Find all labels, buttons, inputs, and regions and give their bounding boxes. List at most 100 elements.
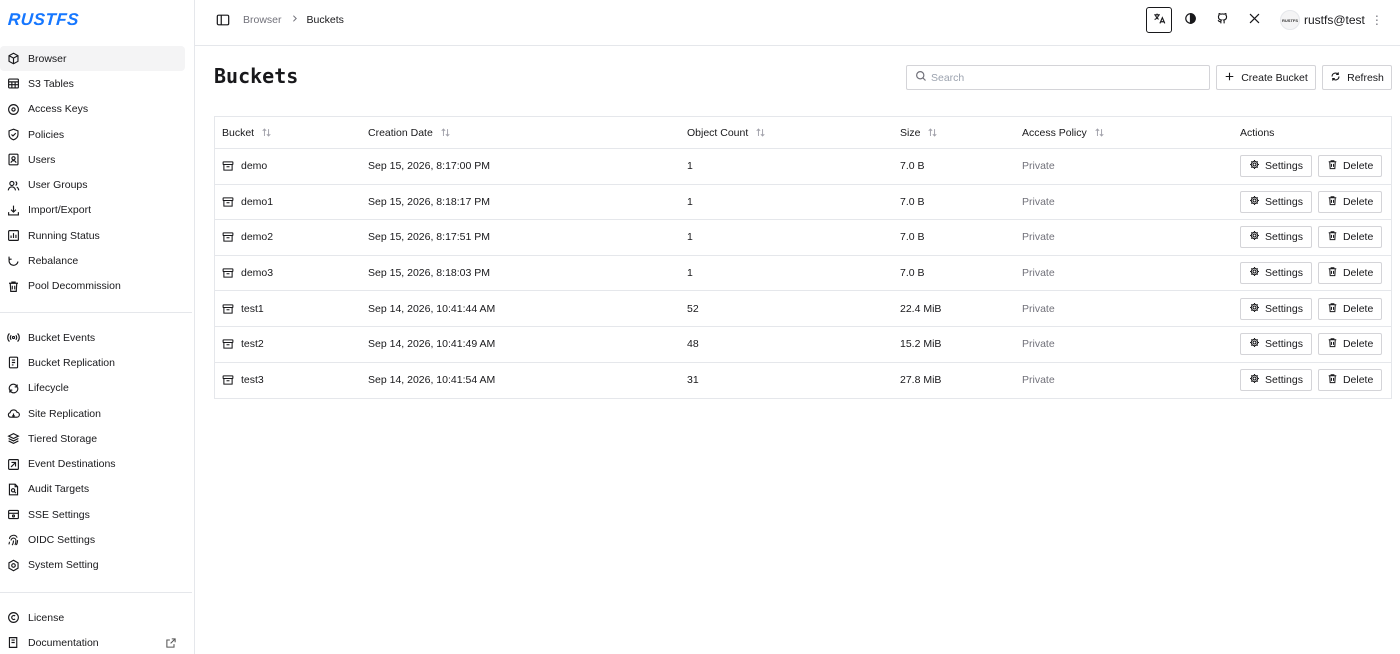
search-input[interactable]	[931, 71, 1191, 84]
settings-button[interactable]: Settings	[1240, 155, 1312, 178]
bucket-name[interactable]: test3	[241, 374, 264, 386]
sidebar-item-label: Audit Targets	[28, 483, 90, 496]
delete-button[interactable]: Delete	[1317, 297, 1383, 320]
bucket-cell[interactable]: test2	[215, 327, 361, 362]
sidebar-item-browser[interactable]: Browser	[0, 46, 185, 72]
table-row[interactable]: demo Sep 15, 2026, 8:17:00 PM 1 7.0 B Pr…	[215, 149, 1391, 185]
delete-button[interactable]: Delete	[1317, 226, 1383, 249]
table-row[interactable]: test2 Sep 14, 2026, 10:41:49 AM 48 15.2 …	[215, 327, 1391, 363]
sidebar-toggle-icon	[216, 13, 230, 30]
column-header-size[interactable]: Size	[893, 117, 1015, 149]
sidebar-item-s3-tables[interactable]: S3 Tables	[0, 71, 185, 96]
sidebar-item-label: System Setting	[28, 559, 99, 572]
sidebar-item-documentation[interactable]: Documentation	[0, 630, 185, 654]
sidebar-item-import-export[interactable]: Import/Export	[0, 198, 185, 223]
settings-button[interactable]: Settings	[1240, 262, 1312, 285]
sort-icon[interactable]	[755, 127, 766, 138]
delete-button[interactable]: Delete	[1317, 190, 1383, 213]
sidebar-item-bucket-events[interactable]: Bucket Events	[0, 325, 185, 350]
sidebar-toggle-button[interactable]	[215, 13, 231, 29]
sidebar-item-sse-settings[interactable]: SSE Settings	[0, 502, 185, 527]
sort-icon[interactable]	[1094, 127, 1105, 138]
table-row[interactable]: test3 Sep 14, 2026, 10:41:54 AM 31 27.8 …	[215, 363, 1391, 399]
gear-icon	[1249, 266, 1265, 280]
creation-date-cell: Sep 15, 2026, 8:18:03 PM	[368, 267, 491, 280]
user-menu[interactable]: RUSTFS rustfs@test ⋮	[1280, 10, 1383, 30]
row-actions: Settings Delete	[1240, 333, 1383, 356]
sidebar-item-user-groups[interactable]: User Groups	[0, 172, 185, 197]
language-button[interactable]	[1146, 7, 1172, 33]
key-icon	[6, 102, 20, 116]
sidebar-item-bucket-replication[interactable]: Bucket Replication	[0, 350, 185, 375]
sidebar-item-access-keys[interactable]: Access Keys	[0, 97, 185, 122]
column-header-creation-date[interactable]: Creation Date	[361, 117, 680, 149]
table-row[interactable]: test1 Sep 14, 2026, 10:41:44 AM 52 22.4 …	[215, 291, 1391, 327]
sidebar-item-policies[interactable]: Policies	[0, 122, 185, 147]
broadcast-icon	[6, 331, 20, 345]
sidebar-item-system-setting[interactable]: System Setting	[0, 553, 185, 578]
table-row[interactable]: demo2 Sep 15, 2026, 8:17:51 PM 1 7.0 B P…	[215, 220, 1391, 256]
settings-button[interactable]: Settings	[1240, 333, 1312, 356]
delete-button[interactable]: Delete	[1317, 369, 1383, 392]
column-header-bucket[interactable]: Bucket	[215, 117, 361, 149]
bucket-name[interactable]: demo	[241, 160, 267, 172]
settings-button[interactable]: Settings	[1240, 369, 1312, 392]
access-policy-cell: Private	[1022, 231, 1055, 244]
bucket-name[interactable]: demo1	[241, 196, 273, 208]
sidebar-item-lifecycle[interactable]: Lifecycle	[0, 376, 185, 401]
refresh-button[interactable]: Refresh	[1322, 65, 1392, 90]
bucket-name[interactable]: test1	[241, 303, 264, 315]
bucket-name[interactable]: demo3	[241, 267, 273, 279]
column-header-object-count[interactable]: Object Count	[680, 117, 893, 149]
bucket-cell[interactable]: demo1	[215, 185, 361, 220]
settings-button[interactable]: Settings	[1240, 190, 1312, 213]
settings-button[interactable]: Settings	[1240, 297, 1312, 320]
more-vertical-icon[interactable]: ⋮	[1371, 13, 1383, 27]
sidebar-item-oidc-settings[interactable]: OIDC Settings	[0, 527, 185, 552]
delete-button[interactable]: Delete	[1317, 262, 1383, 285]
table-row[interactable]: demo3 Sep 15, 2026, 8:18:03 PM 1 7.0 B P…	[215, 256, 1391, 292]
bucket-cell[interactable]: demo3	[215, 256, 361, 291]
sidebar-item-running-status[interactable]: Running Status	[0, 223, 185, 248]
sort-icon[interactable]	[440, 127, 451, 138]
trash-icon	[1327, 266, 1343, 280]
sidebar-item-users[interactable]: Users	[0, 147, 185, 172]
import-icon	[6, 203, 20, 217]
column-header-access-policy[interactable]: Access Policy	[1015, 117, 1233, 149]
sidebar-item-pool-decommission[interactable]: Pool Decommission	[0, 274, 185, 299]
search-box[interactable]	[906, 65, 1210, 90]
bucket-name[interactable]: test2	[241, 338, 264, 350]
bucket-cell[interactable]: test1	[215, 291, 361, 326]
row-actions: Settings Delete	[1240, 262, 1383, 285]
chevron-right-icon	[290, 14, 299, 26]
sidebar-item-site-replication[interactable]: Site Replication	[0, 401, 185, 426]
gear-icon	[1249, 302, 1265, 316]
delete-button[interactable]: Delete	[1317, 333, 1383, 356]
delete-button[interactable]: Delete	[1317, 155, 1383, 178]
sort-icon[interactable]	[261, 127, 272, 138]
sort-icon[interactable]	[927, 127, 938, 138]
users-icon	[6, 178, 20, 192]
bucket-name[interactable]: demo2	[241, 231, 273, 243]
bucket-cell[interactable]: demo2	[215, 220, 361, 255]
destination-icon	[6, 457, 20, 471]
breadcrumb-item[interactable]: Browser	[243, 14, 282, 26]
settings-button[interactable]: Settings	[1240, 226, 1312, 249]
sidebar-item-label: Rebalance	[28, 255, 79, 268]
sidebar-item-event-destinations[interactable]: Event Destinations	[0, 451, 185, 476]
trash-icon	[1327, 159, 1343, 173]
table-row[interactable]: demo1 Sep 15, 2026, 8:18:17 PM 1 7.0 B P…	[215, 185, 1391, 221]
delete-label: Delete	[1342, 160, 1374, 173]
logo[interactable]: RUSTFS	[7, 10, 79, 30]
bucket-cell[interactable]: test3	[215, 363, 361, 399]
theme-toggle-button[interactable]	[1177, 7, 1203, 33]
settings-label: Settings	[1265, 267, 1303, 280]
github-button[interactable]	[1209, 7, 1235, 33]
sidebar-item-audit-targets[interactable]: Audit Targets	[0, 477, 185, 502]
sidebar-item-tiered-storage[interactable]: Tiered Storage	[0, 426, 185, 451]
sidebar-item-license[interactable]: License	[0, 605, 185, 630]
x-social-button[interactable]	[1241, 7, 1267, 33]
bucket-cell[interactable]: demo	[215, 149, 361, 184]
sidebar-item-rebalance[interactable]: Rebalance	[0, 248, 185, 273]
create-bucket-button[interactable]: Create Bucket	[1216, 65, 1316, 90]
